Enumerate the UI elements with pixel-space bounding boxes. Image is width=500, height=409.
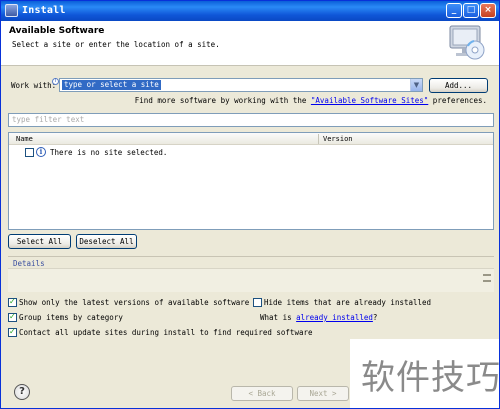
find-more-prefix: Find more software by working with the (134, 96, 311, 105)
select-all-button[interactable]: Select All (8, 234, 71, 249)
help-icon[interactable]: ? (14, 384, 30, 400)
wizard-header: Available Software Select a site or ente… (1, 21, 499, 66)
work-with-combo[interactable]: type or select a site ▼ (59, 78, 423, 92)
column-header-version[interactable]: Version (323, 135, 353, 143)
what-is-suffix: ? (372, 313, 378, 322)
install-dialog: Install _ □ × Available Software Select … (0, 0, 500, 409)
minimize-button[interactable]: _ (446, 3, 462, 18)
group-by-category-label[interactable]: Group items by category (19, 313, 123, 322)
app-icon (5, 4, 18, 17)
info-icon: i (36, 147, 46, 157)
dropdown-arrow-icon[interactable]: ▼ (410, 79, 422, 91)
details-divider (8, 256, 494, 257)
contact-sites-label[interactable]: Contact all update sites during install … (19, 328, 313, 337)
next-button[interactable]: Next > (297, 386, 349, 401)
back-button[interactable]: < Back (231, 386, 293, 401)
details-area (8, 268, 494, 292)
title-bar[interactable]: Install _ □ × (1, 1, 499, 21)
close-button[interactable]: × (480, 3, 496, 18)
watermark-text: 软件技巧 (361, 358, 500, 398)
latest-versions-label[interactable]: Show only the latest versions of availab… (19, 298, 249, 307)
already-installed-link[interactable]: already installed (296, 313, 373, 322)
hide-installed-label[interactable]: Hide items that are already installed (264, 298, 431, 307)
column-header-name[interactable]: Name (16, 135, 33, 143)
details-label: Details (13, 259, 45, 268)
filter-input[interactable]: type filter text (8, 113, 494, 127)
window-title: Install (22, 5, 66, 16)
find-more-suffix: preferences. (428, 96, 487, 105)
latest-versions-checkbox[interactable] (8, 297, 17, 307)
software-tree[interactable]: Name Version i There is no site selected… (8, 132, 494, 230)
group-by-category-checkbox[interactable] (8, 312, 17, 322)
page-title: Available Software (9, 26, 105, 36)
find-more-text: Find more software by working with the "… (135, 96, 487, 105)
page-description: Select a site or enter the location of a… (12, 40, 220, 49)
available-software-sites-link[interactable]: "Available Software Sites" (311, 96, 428, 105)
column-separator[interactable] (318, 134, 319, 144)
row-label: There is no site selected. (50, 148, 168, 157)
maximize-button[interactable]: □ (463, 3, 479, 18)
hide-installed-checkbox[interactable] (253, 298, 262, 307)
content-assist-icon: i (52, 78, 59, 85)
work-with-value[interactable]: type or select a site (62, 80, 161, 90)
tree-header: Name Version (9, 133, 493, 145)
install-cd-icon (449, 25, 485, 60)
deselect-all-button[interactable]: Deselect All (76, 234, 137, 249)
work-with-label: Work with: (11, 81, 57, 90)
contact-sites-checkbox[interactable] (8, 327, 17, 337)
add-site-button[interactable]: Add... (429, 78, 488, 93)
what-is-prefix: What is (260, 313, 297, 322)
already-installed-text: What is already installed? (260, 313, 377, 322)
sash-grip-icon[interactable] (483, 274, 491, 282)
row-checkbox[interactable] (25, 148, 34, 157)
watermark: 软件技巧 (350, 339, 500, 408)
